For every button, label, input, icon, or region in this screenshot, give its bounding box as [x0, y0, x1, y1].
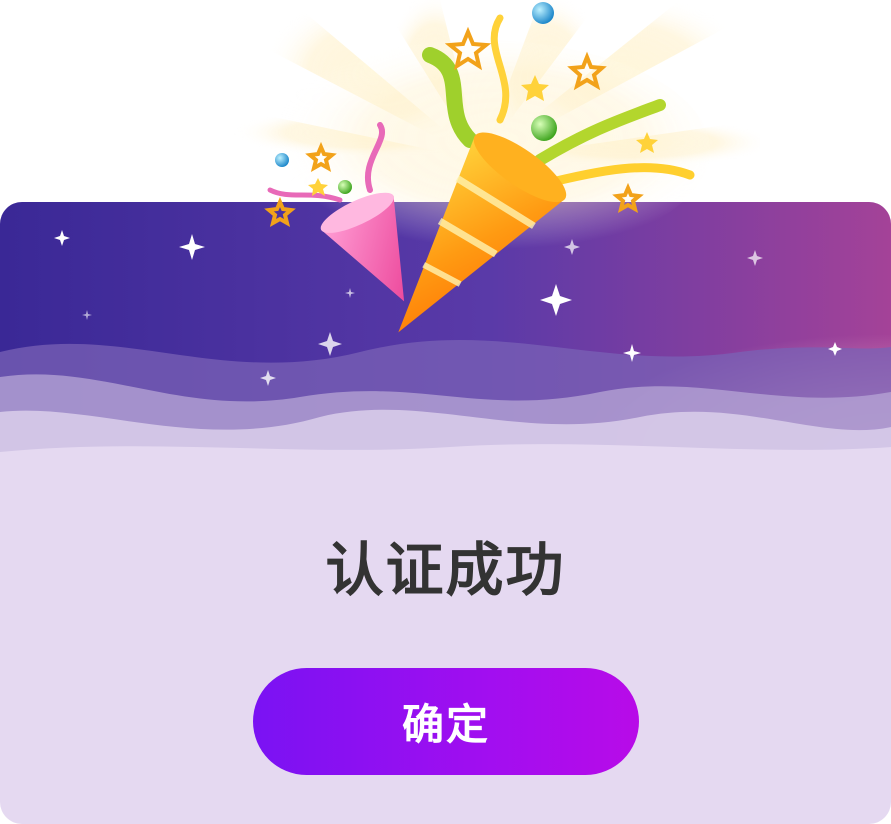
confetti-icon [264, 26, 644, 228]
confirm-button[interactable]: 确定 [253, 668, 639, 775]
header-banner [0, 202, 891, 532]
dialog-title: 认证成功 [325, 536, 566, 604]
success-dialog: 认证成功 确定 [0, 0, 891, 824]
